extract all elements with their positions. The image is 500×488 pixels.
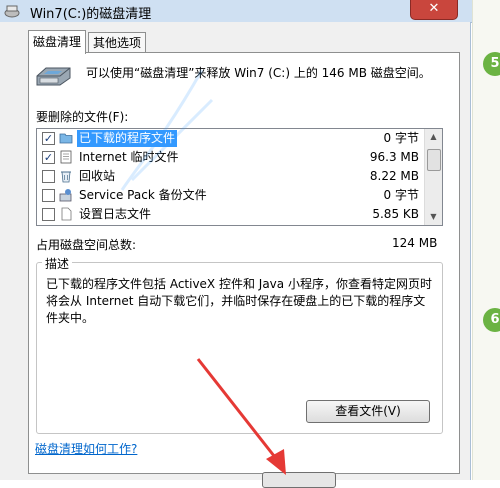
list-scrollbar[interactable]: ▲ ▼ <box>424 129 442 225</box>
backup-icon <box>59 189 72 202</box>
folder-icon <box>59 133 73 144</box>
item-checkbox[interactable] <box>42 170 55 183</box>
item-size: 5.85 KB <box>372 207 419 221</box>
tab-more-options[interactable]: 其他选项 <box>88 32 147 53</box>
document-icon <box>60 150 72 164</box>
total-space-value: 124 MB <box>392 236 438 250</box>
item-name: 设置日志文件 <box>79 207 152 221</box>
item-checkbox[interactable]: ✓ <box>42 132 55 145</box>
title-bar: Win7(C:)的磁盘清理 <box>0 0 472 23</box>
description-text: 已下载的程序文件包括 ActiveX 控件和 Java 小程序，你查看特定网页时… <box>46 277 432 325</box>
item-size: 8.22 MB <box>369 169 419 183</box>
blank-file-icon <box>61 207 72 221</box>
annotation-arrow-icon <box>196 358 286 475</box>
item-size: 0 字节 <box>383 188 419 202</box>
list-item[interactable]: 设置日志文件 5.85 KB <box>37 205 423 224</box>
files-listbox[interactable]: ✓ 已下载的程序文件 0 字节 ✓ Internet 临时文件 96.3 MB … <box>36 128 443 226</box>
step-badge-6: 6 <box>483 308 500 332</box>
total-space-label: 占用磁盘空间总数: <box>36 238 137 252</box>
watermark-logo <box>120 69 214 191</box>
tab-disk-cleanup[interactable]: 磁盘清理 <box>28 30 87 54</box>
item-size: 96.3 MB <box>369 150 419 164</box>
item-name: 回收站 <box>79 169 116 183</box>
item-checkbox[interactable] <box>42 189 55 202</box>
step-badge-5: 5 <box>483 52 500 76</box>
view-files-button[interactable]: 查看文件(V) <box>306 400 430 423</box>
recycle-bin-icon <box>61 171 71 183</box>
scroll-thumb[interactable] <box>427 149 441 171</box>
help-link[interactable]: 磁盘清理如何工作? <box>35 440 137 457</box>
close-button[interactable]: ✕ <box>410 0 458 20</box>
item-size: 0 字节 <box>383 131 419 145</box>
item-checkbox[interactable]: ✓ <box>42 151 55 164</box>
scroll-up-icon[interactable]: ▲ <box>425 129 442 145</box>
item-checkbox[interactable] <box>42 208 55 221</box>
window-title: Win7(C:)的磁盘清理 <box>30 7 152 22</box>
disk-drive-icon <box>36 67 71 86</box>
disk-cleanup-app-icon <box>4 5 20 18</box>
description-title: 描述 <box>42 255 73 272</box>
scroll-down-icon[interactable]: ▼ <box>425 209 442 225</box>
